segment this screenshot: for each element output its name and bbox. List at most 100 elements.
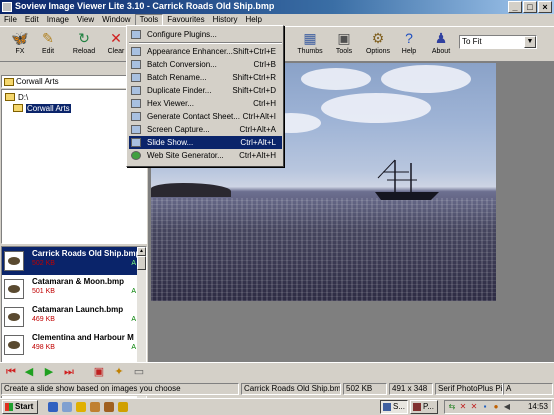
monitor-icon[interactable]: ▪ [481, 403, 489, 411]
minimize-button[interactable]: _ [508, 1, 522, 13]
app-quicklaunch-icon[interactable] [90, 402, 100, 412]
photo-headland [151, 183, 231, 197]
file-size: 498 KB [32, 344, 55, 351]
hex-viewer-icon [131, 99, 141, 108]
scroll-thumb[interactable] [137, 256, 146, 270]
edit-button[interactable]: ✎ Edit [30, 29, 66, 61]
menu-item-screen-capture[interactable]: Screen Capture... Ctrl+Alt+A [129, 123, 282, 136]
tools-button[interactable]: ▣ Tools [326, 29, 362, 61]
thumbs-button[interactable]: ▦ Thumbs [292, 29, 328, 61]
menu-item-slide-show[interactable]: Slide Show... Ctrl+Alt+L [129, 136, 282, 149]
first-image-icon[interactable]: ⏮ [4, 366, 18, 378]
file-thumbnail [4, 335, 24, 355]
error-icon[interactable]: ✕ [459, 403, 467, 411]
menu-item-shortcut: Ctrl+Alt+A [239, 125, 276, 134]
chevron-down-icon[interactable]: ▼ [524, 36, 536, 48]
menu-item-configure-plugins[interactable]: Configure Plugins... [129, 28, 282, 41]
file-name: Catamaran & Moon.bmp [32, 277, 125, 286]
desktop-icon[interactable] [62, 402, 72, 412]
menu-item-contact-sheet[interactable]: Generate Contact Sheet... Ctrl+Alt+I [129, 110, 282, 123]
file-attr: A [131, 260, 136, 267]
folder-icon [4, 78, 14, 86]
photo-cloud [321, 93, 431, 123]
menu-item-hex-viewer[interactable]: Hex Viewer... Ctrl+H [129, 97, 282, 110]
network-icon[interactable]: ⇆ [448, 403, 456, 411]
volume-icon[interactable]: ◀ [503, 403, 511, 411]
menu-item-batch-conversion[interactable]: Batch Conversion... Ctrl+B [129, 58, 282, 71]
zoom-select-value: To Fit [462, 37, 482, 46]
close-button[interactable]: × [538, 1, 552, 13]
zoom-select[interactable]: To Fit ▼ [459, 35, 537, 49]
help-button[interactable]: ? Help [391, 29, 427, 61]
file-thumbnail [4, 279, 24, 299]
system-tray: ⇆ ✕ ✕ ▪ ● ◀ 14:53 [444, 400, 552, 414]
list-item[interactable]: Clementina and Harbour M 498 KB A [2, 331, 138, 359]
menu-item-shortcut: Shift+Ctrl+R [232, 73, 276, 82]
title-bar[interactable]: Soview Image Viewer Lite 3.10 - Carrick … [0, 0, 554, 14]
menu-edit[interactable]: Edit [21, 14, 43, 26]
menu-item-batch-rename[interactable]: Batch Rename... Shift+Ctrl+R [129, 71, 282, 84]
window-title: Soview Image Viewer Lite 3.10 - Carrick … [15, 1, 275, 11]
app-tray-icon[interactable]: ● [492, 403, 500, 411]
status-font: Serif PhotoPlus Pich [435, 383, 503, 395]
list-item[interactable]: Catamaran Launch.bmp 469 KB A [2, 303, 138, 331]
about-button[interactable]: ♟ About [423, 29, 459, 61]
menu-image[interactable]: Image [43, 14, 73, 26]
list-item[interactable]: Catamaran & Moon.bmp 501 KB A [2, 275, 138, 303]
list-item[interactable]: Carrick Roads Old Ship.bmp 502 KB A [2, 247, 138, 275]
file-attr: A [131, 316, 136, 323]
photoplus-task-icon [413, 403, 421, 411]
file-attr: A [131, 288, 136, 295]
menu-item-shortcut: Ctrl+H [253, 99, 276, 108]
app-window: Soview Image Viewer Lite 3.10 - Carrick … [0, 0, 554, 415]
soview-task-icon [383, 403, 391, 411]
task-soview[interactable]: S... [380, 400, 408, 414]
previous-image-icon[interactable]: ◀ [22, 366, 36, 378]
menu-item-web-site-generator[interactable]: Web Site Generator... Ctrl+Alt+H [129, 149, 282, 162]
reload-button[interactable]: ↻ Reload [66, 29, 102, 61]
tree-item-drive[interactable]: D:\ [4, 92, 28, 103]
clock[interactable]: 14:53 [528, 402, 548, 412]
star-icon[interactable]: ✦ [112, 366, 126, 378]
error-icon[interactable]: ✕ [470, 403, 478, 411]
tools-menu: Configure Plugins... Appearance Enhancer… [126, 25, 284, 167]
paint-quicklaunch-icon[interactable] [118, 402, 128, 412]
task-photoplus[interactable]: P... [410, 400, 438, 414]
help-label: Help [401, 48, 417, 55]
navigation-toolbar: ⏮ ◀ ▶ ⏭ ▣ ✦ ▭ [0, 362, 554, 382]
menu-item-shortcut: Ctrl+Alt+I [242, 112, 276, 121]
maximize-button[interactable]: □ [523, 1, 537, 13]
photo-sea [151, 198, 496, 301]
menu-separator [129, 42, 282, 44]
last-image-icon[interactable]: ⏭ [62, 366, 76, 378]
properties-icon[interactable]: ▭ [132, 366, 146, 378]
windows-flag-icon [5, 403, 13, 411]
menu-item-shortcut: Ctrl+Alt+L [240, 138, 276, 147]
tree-item-corwall-arts[interactable]: Corwall Arts [12, 103, 71, 114]
folder-combo-value: Corwall Arts [16, 77, 59, 86]
file-size: 501 KB [32, 288, 55, 295]
menu-file[interactable]: File [0, 14, 21, 26]
clear-icon: ✕ [110, 30, 122, 46]
scroll-up-icon[interactable]: ▲ [137, 247, 146, 256]
app-icon[interactable] [2, 2, 12, 12]
tools-label: Tools [335, 48, 353, 55]
photo-ship [375, 159, 439, 200]
pencil-icon: ✎ [42, 30, 54, 46]
menu-item-appearance-enhancer[interactable]: Appearance Enhancer... Shift+Ctrl+E [129, 45, 282, 58]
ie-icon[interactable] [48, 402, 58, 412]
menu-item-duplicate-finder[interactable]: Duplicate Finder... Shift+Ctrl+D [129, 84, 282, 97]
outlook-icon[interactable] [76, 402, 86, 412]
edit-label: Edit [41, 48, 55, 55]
status-hint: Create a slide show based on images you … [1, 383, 239, 395]
folder-icon [5, 93, 15, 101]
tree-item-label: D:\ [18, 93, 29, 102]
start-button[interactable]: Start [2, 400, 38, 414]
reload-label: Reload [72, 48, 96, 55]
menu-item-label: Web Site Generator... [147, 151, 224, 160]
delete-icon[interactable]: ▣ [92, 366, 106, 378]
photo-cloud [381, 65, 471, 93]
folder-quicklaunch-icon[interactable] [104, 402, 114, 412]
next-image-icon[interactable]: ▶ [42, 366, 56, 378]
menu-view[interactable]: View [73, 14, 98, 26]
